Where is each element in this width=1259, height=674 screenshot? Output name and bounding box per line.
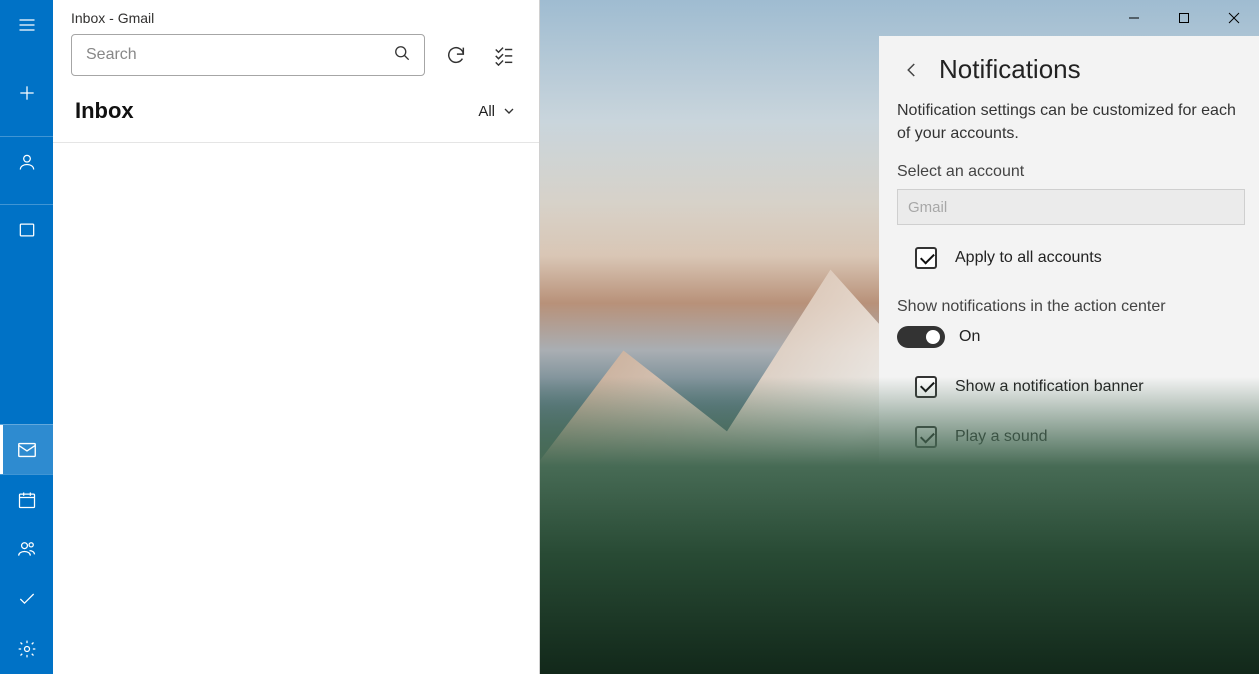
inbox-header: Inbox All	[53, 84, 539, 142]
inbox-header-title: Inbox	[75, 98, 134, 124]
chevron-left-icon	[903, 61, 921, 79]
account-button[interactable]	[0, 136, 53, 186]
close-button[interactable]	[1209, 0, 1259, 36]
refresh-button[interactable]	[439, 38, 473, 72]
sound-label: Play a sound	[955, 426, 1048, 448]
todo-icon	[17, 589, 37, 609]
maximize-icon	[1178, 12, 1190, 24]
select-mode-button[interactable]	[487, 38, 521, 72]
account-select-label: Select an account	[897, 163, 1245, 181]
apply-all-checkbox[interactable]	[915, 247, 937, 269]
settings-nav-button[interactable]	[0, 624, 53, 674]
menu-button[interactable]	[0, 0, 53, 50]
minimize-icon	[1128, 12, 1140, 24]
files-icon	[17, 220, 37, 240]
search-box[interactable]	[71, 34, 425, 76]
calendar-icon	[17, 490, 37, 510]
pinned-folders-checkbox[interactable]	[915, 477, 937, 499]
compose-button[interactable]	[0, 68, 53, 118]
window-controls	[1109, 0, 1259, 36]
chevron-down-icon	[501, 103, 517, 119]
close-icon	[1228, 12, 1240, 24]
mail-icon	[16, 439, 38, 461]
account-icon	[17, 152, 37, 172]
apply-all-label: Apply to all accounts	[955, 247, 1102, 269]
sound-checkbox[interactable]	[915, 426, 937, 448]
settings-back-button[interactable]	[897, 55, 927, 85]
todo-button[interactable]	[0, 574, 53, 624]
action-center-toggle[interactable]	[897, 326, 945, 348]
folders-button[interactable]	[0, 204, 53, 254]
mail-button[interactable]	[0, 424, 53, 474]
inbox-toolbar	[53, 34, 539, 84]
refresh-icon	[445, 44, 467, 66]
filter-label: All	[478, 103, 495, 120]
maximize-button[interactable]	[1159, 0, 1209, 36]
toggle-state-label: On	[959, 328, 980, 346]
window-title: Inbox - Gmail	[53, 0, 539, 34]
search-input[interactable]	[84, 45, 392, 65]
people-icon	[17, 539, 37, 559]
banner-checkbox[interactable]	[915, 376, 937, 398]
inbox-panel: Inbox - Gmail Inbox All	[53, 0, 540, 674]
menu-icon	[17, 15, 37, 35]
minimize-button[interactable]	[1109, 0, 1159, 36]
settings-title: Notifications	[939, 54, 1081, 85]
filter-dropdown[interactable]: All	[478, 103, 517, 120]
app-sidebar	[0, 0, 53, 674]
settings-description: Notification settings can be customized …	[897, 99, 1245, 145]
account-select[interactable]: Gmail	[897, 189, 1245, 225]
calendar-button[interactable]	[0, 474, 53, 524]
people-button[interactable]	[0, 524, 53, 574]
message-list[interactable]	[53, 142, 539, 674]
search-icon[interactable]	[392, 43, 412, 68]
select-icon	[493, 44, 515, 66]
action-center-label: Show notifications in the action center	[897, 298, 1245, 316]
reading-pane-background: Notifications Notification settings can …	[540, 0, 1259, 674]
settings-icon	[17, 639, 37, 659]
banner-label: Show a notification banner	[955, 376, 1144, 398]
compose-icon	[17, 83, 37, 103]
pinned-folders-label: Show notifications for folders pinned to…	[955, 477, 1215, 522]
settings-panel: Notifications Notification settings can …	[879, 36, 1259, 674]
